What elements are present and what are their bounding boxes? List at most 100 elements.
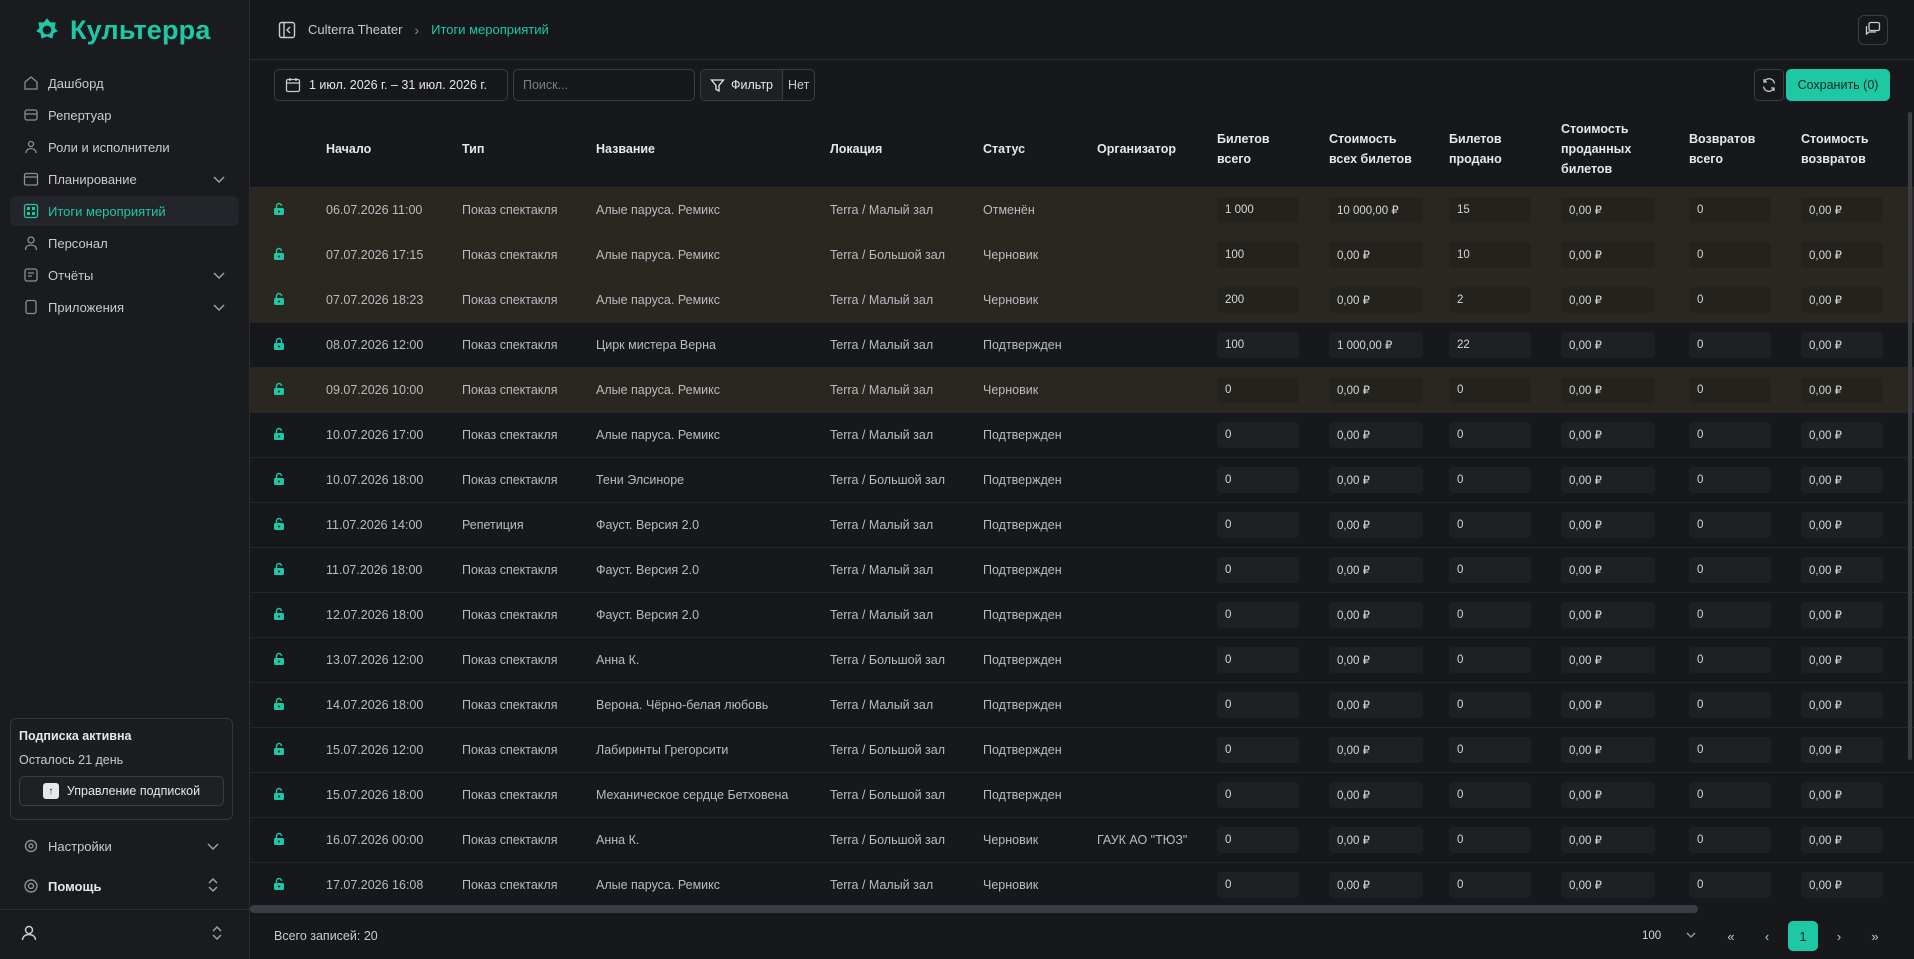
sold-input[interactable]: 0: [1449, 782, 1531, 808]
col-location[interactable]: Локация: [830, 139, 983, 159]
cost-sold-input[interactable]: 0,00 ₽: [1561, 287, 1655, 313]
table-row[interactable]: 13.07.2026 12:00 Показ спектакля Анна К. Te…: [250, 638, 1914, 683]
prev-page-button[interactable]: ‹: [1752, 921, 1782, 951]
tickets-total-input[interactable]: 0: [1217, 782, 1299, 808]
cost-sold-input[interactable]: 0,00 ₽: [1561, 422, 1655, 448]
col-sold[interactable]: Билетов продано: [1449, 129, 1561, 169]
returns-input[interactable]: 0: [1689, 872, 1771, 898]
chat-button[interactable]: [1858, 15, 1888, 45]
cost-returns-input[interactable]: 0,00 ₽: [1801, 782, 1883, 808]
last-page-button[interactable]: »: [1860, 921, 1890, 951]
table-row[interactable]: 12.07.2026 18:00 Показ спектакля Фауст. Ве…: [250, 593, 1914, 638]
table-row[interactable]: 10.07.2026 18:00 Показ спектакля Тени Элси…: [250, 458, 1914, 503]
cost-sold-input[interactable]: 0,00 ₽: [1561, 332, 1655, 358]
returns-input[interactable]: 0: [1689, 782, 1771, 808]
col-status[interactable]: Статус: [983, 139, 1097, 159]
cost-all-input[interactable]: 0,00 ₽: [1329, 872, 1423, 898]
sold-input[interactable]: 2: [1449, 287, 1531, 313]
returns-input[interactable]: 0: [1689, 422, 1771, 448]
lock-open-icon[interactable]: [272, 697, 286, 714]
sidebar-item-settings[interactable]: Настройки: [10, 831, 233, 861]
cost-all-input[interactable]: 0,00 ₽: [1329, 602, 1423, 628]
table-row[interactable]: 08.07.2026 12:00 Показ спектакля Цирк мист…: [250, 323, 1914, 368]
tickets-total-input[interactable]: 100: [1217, 242, 1299, 268]
cost-sold-input[interactable]: 0,00 ₽: [1561, 557, 1655, 583]
cost-all-input[interactable]: 0,00 ₽: [1329, 242, 1423, 268]
tickets-total-input[interactable]: 0: [1217, 827, 1299, 853]
cost-all-input[interactable]: 0,00 ₽: [1329, 782, 1423, 808]
lock-open-icon[interactable]: [272, 562, 286, 579]
returns-input[interactable]: 0: [1689, 647, 1771, 673]
first-page-button[interactable]: «: [1716, 921, 1746, 951]
cost-all-input[interactable]: 1 000,00 ₽: [1329, 332, 1423, 358]
lock-open-icon[interactable]: [272, 382, 286, 399]
cost-sold-input[interactable]: 0,00 ₽: [1561, 827, 1655, 853]
lock-open-icon[interactable]: [272, 742, 286, 759]
returns-input[interactable]: 0: [1689, 602, 1771, 628]
returns-input[interactable]: 0: [1689, 242, 1771, 268]
cost-sold-input[interactable]: 0,00 ₽: [1561, 872, 1655, 898]
returns-input[interactable]: 0: [1689, 692, 1771, 718]
table-row[interactable]: 16.07.2026 00:00 Показ спектакля Анна К. Te…: [250, 818, 1914, 863]
tickets-total-input[interactable]: 200: [1217, 287, 1299, 313]
table-row[interactable]: 15.07.2026 18:00 Показ спектакля Механичес…: [250, 773, 1914, 818]
sidebar-toggle-icon[interactable]: [278, 21, 296, 39]
page-button-current[interactable]: 1: [1788, 921, 1818, 951]
cost-sold-input[interactable]: 0,00 ₽: [1561, 737, 1655, 763]
tickets-total-input[interactable]: 0: [1217, 692, 1299, 718]
returns-input[interactable]: 0: [1689, 197, 1771, 223]
lock-open-icon[interactable]: [272, 787, 286, 804]
user-menu[interactable]: [0, 909, 249, 959]
cost-returns-input[interactable]: 0,00 ₽: [1801, 557, 1883, 583]
cost-returns-input[interactable]: 0,00 ₽: [1801, 692, 1883, 718]
cost-all-input[interactable]: 0,00 ₽: [1329, 287, 1423, 313]
returns-input[interactable]: 0: [1689, 287, 1771, 313]
date-range-picker[interactable]: 1 июл. 2026 г. – 31 июл. 2026 г.: [274, 69, 508, 101]
cost-all-input[interactable]: 0,00 ₽: [1329, 647, 1423, 673]
sold-input[interactable]: 0: [1449, 827, 1531, 853]
cost-all-input[interactable]: 0,00 ₽: [1329, 737, 1423, 763]
cost-returns-input[interactable]: 0,00 ₽: [1801, 512, 1883, 538]
table-row[interactable]: 17.07.2026 16:08 Показ спектакля Алые пару…: [250, 863, 1914, 905]
tickets-total-input[interactable]: 0: [1217, 737, 1299, 763]
tickets-total-input[interactable]: 0: [1217, 512, 1299, 538]
tickets-total-input[interactable]: 1 000: [1217, 197, 1299, 223]
cost-returns-input[interactable]: 0,00 ₽: [1801, 827, 1883, 853]
tickets-total-input[interactable]: 0: [1217, 422, 1299, 448]
filter-button[interactable]: Фильтр: [701, 70, 783, 100]
filter-control[interactable]: Фильтр Нет: [700, 69, 816, 101]
sold-input[interactable]: 15: [1449, 197, 1531, 223]
cost-sold-input[interactable]: 0,00 ₽: [1561, 782, 1655, 808]
col-cost-all[interactable]: Стоимость всех билетов: [1329, 129, 1449, 169]
logo[interactable]: Культерра: [0, 0, 249, 60]
col-name[interactable]: Название: [596, 139, 830, 159]
sold-input[interactable]: 0: [1449, 602, 1531, 628]
table-row[interactable]: 11.07.2026 14:00 Репетиция Фауст. Версия 2…: [250, 503, 1914, 548]
sidebar-item-3[interactable]: Планирование: [10, 164, 239, 194]
returns-input[interactable]: 0: [1689, 737, 1771, 763]
tickets-total-input[interactable]: 0: [1217, 557, 1299, 583]
col-returns[interactable]: Возвратов всего: [1689, 129, 1801, 169]
sold-input[interactable]: 0: [1449, 737, 1531, 763]
sidebar-item-5[interactable]: Персонал: [10, 228, 239, 258]
table-row[interactable]: 10.07.2026 17:00 Показ спектакля Алые пару…: [250, 413, 1914, 458]
cost-returns-input[interactable]: 0,00 ₽: [1801, 647, 1883, 673]
lock-open-icon[interactable]: [272, 517, 286, 534]
tickets-total-input[interactable]: 100: [1217, 332, 1299, 358]
col-type[interactable]: Тип: [462, 139, 596, 159]
cost-all-input[interactable]: 0,00 ₽: [1329, 692, 1423, 718]
cost-sold-input[interactable]: 0,00 ₽: [1561, 602, 1655, 628]
lock-open-icon[interactable]: [272, 472, 286, 489]
refresh-button[interactable]: [1754, 69, 1784, 101]
lock-open-icon[interactable]: [272, 877, 286, 894]
sold-input[interactable]: 10: [1449, 242, 1531, 268]
table-row[interactable]: 07.07.2026 17:15 Показ спектакля Алые пару…: [250, 233, 1914, 278]
cost-returns-input[interactable]: 0,00 ₽: [1801, 737, 1883, 763]
lock-open-icon[interactable]: [272, 202, 286, 219]
returns-input[interactable]: 0: [1689, 557, 1771, 583]
table-row[interactable]: 11.07.2026 18:00 Показ спектакля Фауст. Ве…: [250, 548, 1914, 593]
page-size-select[interactable]: 100: [1632, 921, 1706, 951]
cost-returns-input[interactable]: 0,00 ₽: [1801, 422, 1883, 448]
sidebar-item-6[interactable]: Отчёты: [10, 260, 239, 290]
sold-input[interactable]: 22: [1449, 332, 1531, 358]
